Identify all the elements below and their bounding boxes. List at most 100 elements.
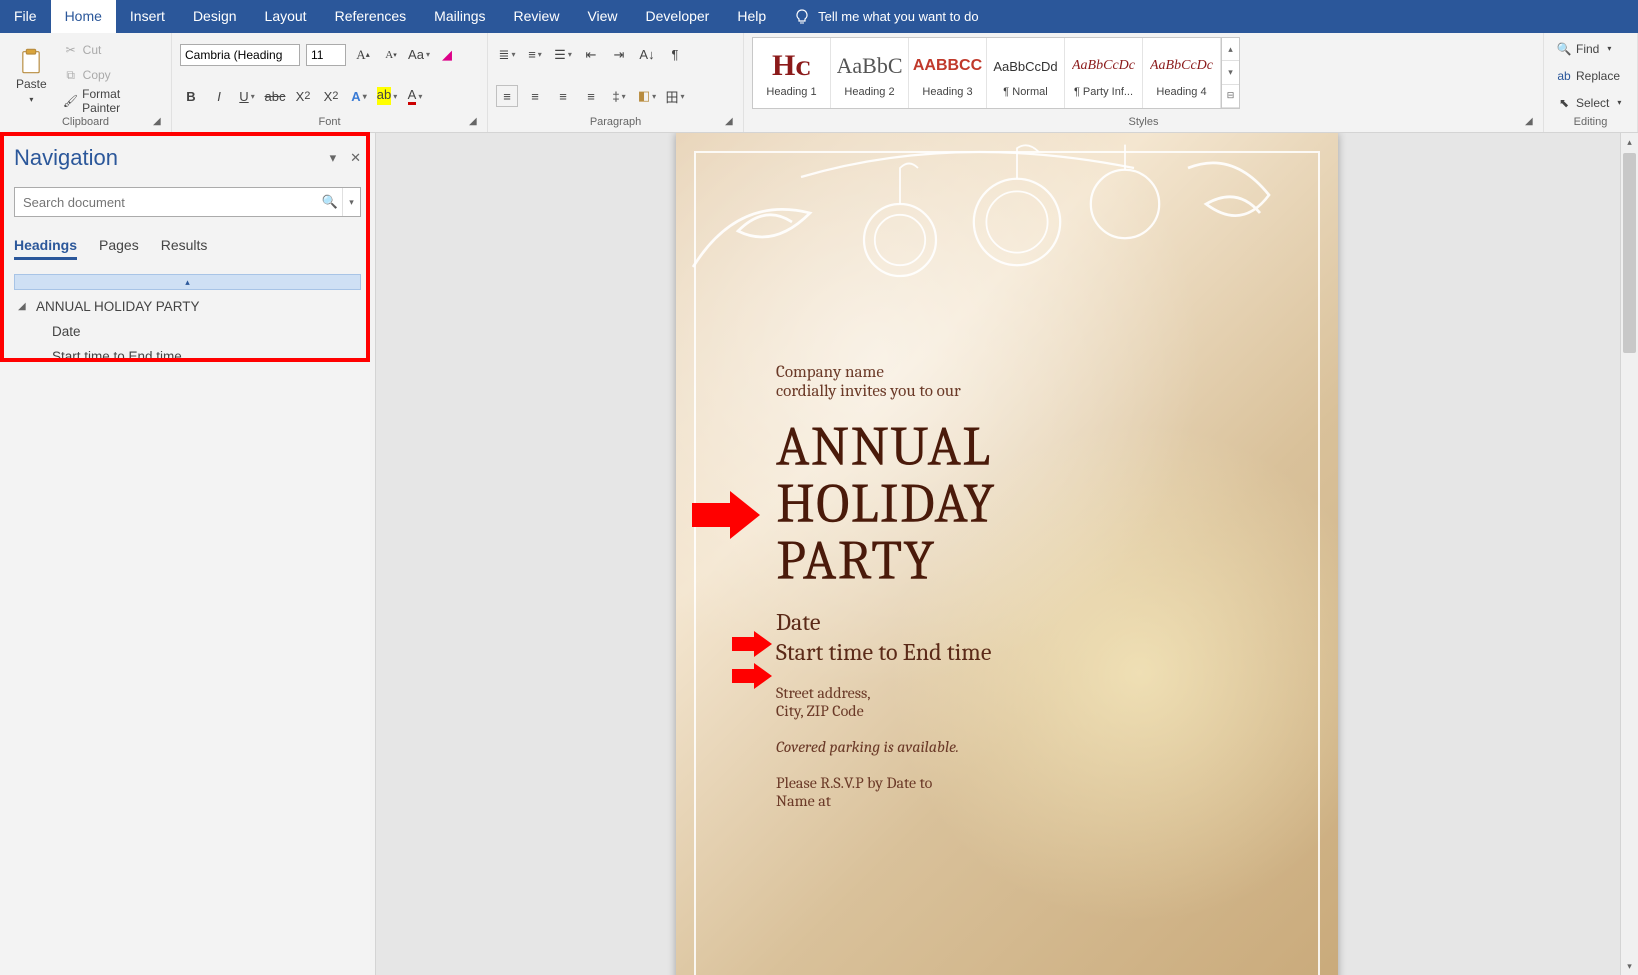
tab-mailings[interactable]: Mailings: [420, 0, 499, 33]
nav-tab-results[interactable]: Results: [161, 237, 208, 260]
rsvp-line-1[interactable]: Please R.S.V.P by Date to: [776, 774, 1278, 792]
replace-button[interactable]: abReplace: [1552, 65, 1629, 87]
multilevel-button[interactable]: ☰▾: [552, 44, 574, 66]
tab-design[interactable]: Design: [179, 0, 251, 33]
rsvp-line-2[interactable]: Name at: [776, 792, 1278, 810]
tab-review[interactable]: Review: [500, 0, 574, 33]
grow-font-button[interactable]: A▴: [352, 44, 374, 66]
parking-line[interactable]: Covered parking is available.: [776, 738, 1278, 756]
tab-references[interactable]: References: [321, 0, 421, 33]
nav-node-date[interactable]: Date: [14, 319, 361, 344]
paragraph-launcher[interactable]: ◢: [725, 116, 739, 130]
nav-tab-pages[interactable]: Pages: [99, 237, 139, 260]
style-normal[interactable]: AaBbCcDd¶ Normal: [987, 38, 1065, 108]
date-heading[interactable]: Date: [776, 608, 1278, 636]
sort-button[interactable]: A↓: [636, 44, 658, 66]
text-effects-button[interactable]: A▾: [348, 85, 370, 107]
format-painter-button[interactable]: 🖌Format Painter: [59, 90, 163, 112]
justify-button[interactable]: ≡: [580, 85, 602, 107]
copy-button[interactable]: ⧉Copy: [59, 64, 163, 86]
font-name-combo[interactable]: [180, 44, 300, 66]
styles-more[interactable]: ⊟: [1222, 85, 1239, 108]
group-label-editing: Editing: [1552, 114, 1629, 130]
tab-file[interactable]: File: [0, 0, 51, 33]
font-launcher[interactable]: ◢: [469, 116, 483, 130]
paste-button[interactable]: Paste▾: [8, 37, 55, 114]
style-heading-2[interactable]: AaBbCHeading 2: [831, 38, 909, 108]
change-case-button[interactable]: Aa▾: [408, 44, 430, 66]
tab-home[interactable]: Home: [51, 0, 116, 33]
annotation-arrow-time: [732, 663, 772, 689]
select-button[interactable]: ⬉Select▾: [1552, 92, 1629, 114]
document-area[interactable]: Company name cordially invites you to ou…: [376, 133, 1638, 975]
style-heading-1[interactable]: HᴄHeading 1: [753, 38, 831, 108]
company-name-line[interactable]: Company name: [776, 363, 1278, 382]
styles-scroll[interactable]: ▴▾⊟: [1221, 38, 1239, 108]
styles-gallery[interactable]: HᴄHeading 1 AaBbCHeading 2 AABBCCHeading…: [752, 37, 1240, 109]
search-icon[interactable]: 🔍: [318, 194, 342, 210]
style-heading-3[interactable]: AABBCCHeading 3: [909, 38, 987, 108]
scroll-down-button[interactable]: ▾: [1621, 957, 1638, 975]
font-size-combo[interactable]: [306, 44, 346, 66]
scroll-thumb[interactable]: [1623, 153, 1636, 353]
shrink-font-button[interactable]: A▾: [380, 44, 402, 66]
shading-button[interactable]: ◧▾: [636, 85, 658, 107]
align-center-button[interactable]: ≡: [524, 85, 546, 107]
nav-node-time[interactable]: Start time to End time: [14, 344, 361, 369]
scissors-icon: ✂: [63, 42, 79, 58]
group-paragraph: ≣▾ ≡▾ ☰▾ ⇤ ⇥ A↓ ¶ ≡ ≡ ≡ ≡ ‡▾ ◧▾ 田▾ Parag…: [488, 33, 744, 132]
highlight-button[interactable]: ab▾: [376, 85, 398, 107]
styles-down[interactable]: ▾: [1222, 61, 1239, 84]
document-page[interactable]: Company name cordially invites you to ou…: [676, 133, 1338, 975]
show-marks-button[interactable]: ¶: [664, 44, 686, 66]
bold-button[interactable]: B: [180, 85, 202, 107]
tab-layout[interactable]: Layout: [251, 0, 321, 33]
styles-launcher[interactable]: ◢: [1525, 116, 1539, 130]
tab-help[interactable]: Help: [723, 0, 780, 33]
address-line-1[interactable]: Street address,: [776, 684, 1278, 702]
nav-options-dropdown[interactable]: ▾: [330, 150, 337, 166]
style-heading-4[interactable]: AaBbCcDcHeading 4: [1143, 38, 1221, 108]
tab-view[interactable]: View: [573, 0, 631, 33]
nav-tab-headings[interactable]: Headings: [14, 237, 77, 260]
invite-line[interactable]: cordially invites you to our: [776, 382, 1278, 401]
vertical-scrollbar[interactable]: ▴ ▾: [1620, 133, 1638, 975]
find-button[interactable]: 🔍Find▾: [1552, 38, 1629, 60]
clipboard-launcher[interactable]: ◢: [153, 116, 167, 130]
flyer-title[interactable]: ANNUAL HOLIDAY PARTY: [776, 419, 1278, 590]
nav-node-root[interactable]: ◢ANNUAL HOLIDAY PARTY: [14, 294, 361, 319]
nav-search-input[interactable]: [15, 195, 318, 210]
cut-button[interactable]: ✂Cut: [59, 39, 163, 61]
superscript-button[interactable]: X2: [320, 85, 342, 107]
style-party-info[interactable]: AaBbCcDc¶ Party Inf...: [1065, 38, 1143, 108]
numbering-button[interactable]: ≡▾: [524, 44, 546, 66]
styles-up[interactable]: ▴: [1222, 38, 1239, 61]
address-line-2[interactable]: City, ZIP Code: [776, 702, 1278, 720]
navigation-pane: Navigation ▾ ✕ 🔍 ▾ Headings Pages Result…: [0, 133, 376, 975]
align-right-button[interactable]: ≡: [552, 85, 574, 107]
strikethrough-button[interactable]: abc: [264, 85, 286, 107]
tell-me[interactable]: Tell me what you want to do: [780, 0, 978, 33]
increase-indent-button[interactable]: ⇥: [608, 44, 630, 66]
group-font: A▴ A▾ Aa▾ ◢ B I U▾ abc X2 X2 A▾ ab▾ A▾ F…: [172, 33, 488, 132]
lightbulb-icon: [794, 9, 810, 25]
nav-close-button[interactable]: ✕: [350, 150, 361, 166]
nav-search[interactable]: 🔍 ▾: [14, 187, 361, 217]
tab-developer[interactable]: Developer: [632, 0, 724, 33]
borders-button[interactable]: 田▾: [664, 85, 686, 107]
italic-button[interactable]: I: [208, 85, 230, 107]
nav-collapse-bar[interactable]: ▴: [14, 274, 361, 290]
search-icon: 🔍: [1556, 41, 1572, 57]
scroll-up-button[interactable]: ▴: [1621, 133, 1638, 151]
time-heading[interactable]: Start time to End time: [776, 638, 1278, 666]
clear-formatting-button[interactable]: ◢: [436, 44, 458, 66]
font-color-button[interactable]: A▾: [404, 85, 426, 107]
line-spacing-button[interactable]: ‡▾: [608, 85, 630, 107]
bullets-button[interactable]: ≣▾: [496, 44, 518, 66]
nav-search-dropdown[interactable]: ▾: [342, 188, 360, 216]
tab-insert[interactable]: Insert: [116, 0, 179, 33]
decrease-indent-button[interactable]: ⇤: [580, 44, 602, 66]
subscript-button[interactable]: X2: [292, 85, 314, 107]
align-left-button[interactable]: ≡: [496, 85, 518, 107]
underline-button[interactable]: U▾: [236, 85, 258, 107]
